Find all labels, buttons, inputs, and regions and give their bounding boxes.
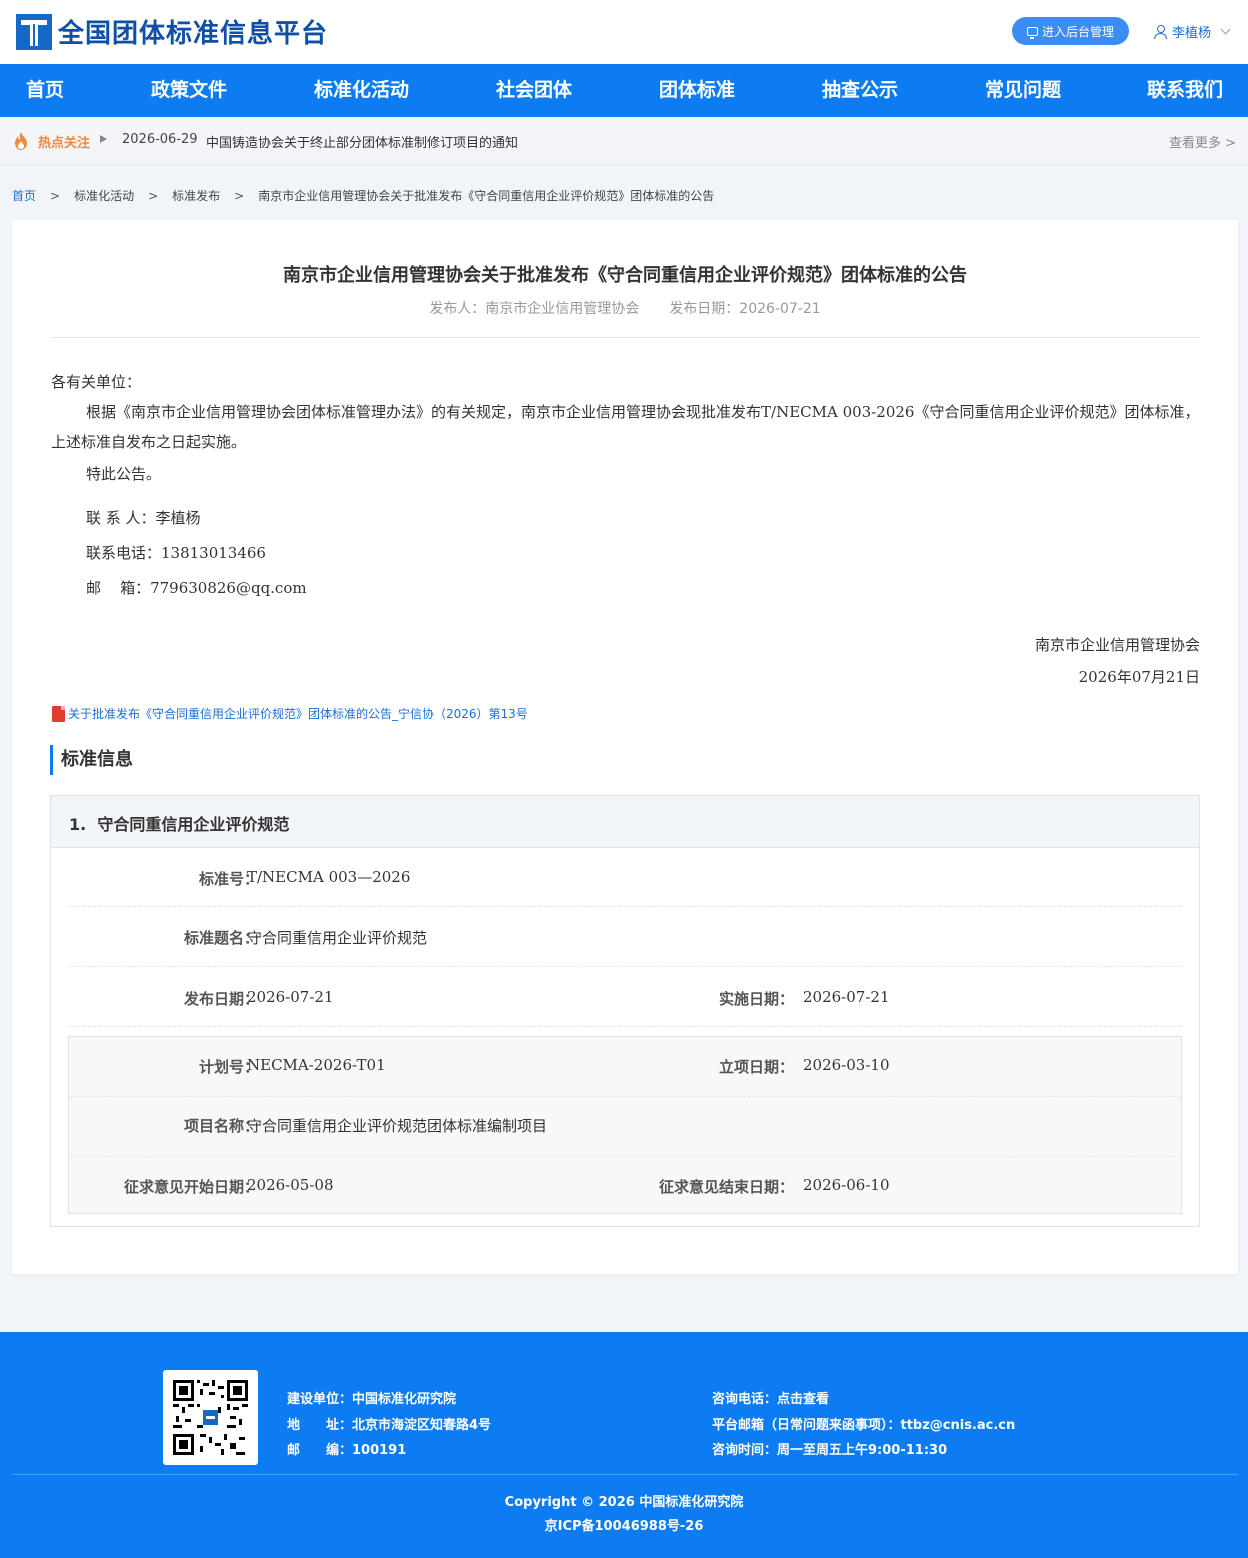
article-publish-date: 发布日期：2026-07-21 (669, 301, 821, 317)
breadcrumb-release[interactable]: 标准发布 (172, 189, 220, 203)
play-arrow-icon (100, 135, 107, 143)
signature-org: 南京市企业信用管理协会 (1034, 636, 1200, 654)
nav-item-inspection[interactable]: 抽查公示 (822, 64, 898, 117)
qr-code (163, 1370, 258, 1465)
notice-text: 特此公告。 (86, 465, 162, 483)
admin-console-button[interactable]: 进入后台管理 (1012, 17, 1129, 45)
contact-email: 邮 箱：779630826@qq.com (86, 579, 307, 597)
plan-no-value: NECMA-2026-T01 (247, 1056, 386, 1074)
divider (50, 337, 1200, 338)
project-plan-panel: 计划号： NECMA-2026-T01 立项日期： 2026-03-10 项目名… (68, 1036, 1182, 1214)
comment-end-value: 2026-06-10 (803, 1176, 890, 1194)
nav-item-organizations[interactable]: 社会团体 (496, 64, 572, 117)
footer-info-left: 建设单位：中国标准化研究院 地 址：北京市海淀区知春路4号 邮 编：100191 (287, 1387, 491, 1464)
approve-date-label: 立项日期： (718, 1058, 794, 1076)
footer-phone[interactable]: 咨询电话：点击查看 (712, 1387, 1015, 1413)
nav-item-policy[interactable]: 政策文件 (151, 64, 227, 117)
article-card: 南京市企业信用管理协会关于批准发布《守合同重信用企业评价规范》团体标准的公告 发… (12, 220, 1238, 1274)
footer-info-right: 咨询电话：点击查看 平台邮箱（日常问题来函事项）：ttbz@cnis.ac.cn… (712, 1387, 1015, 1464)
user-menu[interactable]: 李植杨 (1154, 22, 1231, 41)
impl-date-value: 2026-07-21 (803, 988, 890, 1006)
contact-phone: 联系电话：13813013466 (86, 544, 266, 562)
hot-news-link[interactable]: 中国铸造协会关于终止部分团体标准制修订项目的通知 (206, 132, 518, 151)
nav-item-activities[interactable]: 标准化活动 (314, 64, 409, 117)
main-nav: 首页 政策文件 标准化活动 社会团体 团体标准 抽查公示 常见问题 联系我们 (0, 64, 1248, 117)
hot-news-date: 2026-06-29 (122, 132, 198, 147)
breadcrumb-current: 南京市企业信用管理协会关于批准发布《守合同重信用企业评价规范》团体标准的公告 (258, 189, 715, 203)
row-divider (68, 1026, 1182, 1027)
std-no-value: T/NECMA 003—2026 (247, 868, 411, 886)
attachment-label: 关于批准发布《守合同重信用企业评价规范》团体标准的公告_宁信协（2026）第13… (68, 707, 528, 721)
breadcrumb-separator: > (50, 189, 61, 203)
site-logo[interactable]: 全国团体标准信息平台 (16, 13, 328, 50)
breadcrumb: 首页 > 标准化活动 > 标准发布 > 南京市企业信用管理协会关于批准发布《守合同重信用企业… (12, 187, 714, 204)
icp-text[interactable]: 京ICP备10046988号-26 (0, 1515, 1248, 1539)
standard-item-title: 1. 守合同重信用企业评价规范 (69, 815, 290, 834)
announcement-paragraph: 根据《南京市企业信用管理协会团体标准管理办法》的有关规定，南京市企业信用管理协会… (51, 403, 1200, 451)
admin-console-label: 进入后台管理 (1041, 24, 1114, 39)
site-footer: 建设单位：中国标准化研究院 地 址：北京市海淀区知春路4号 邮 编：100191… (0, 1332, 1248, 1558)
attachment-link[interactable]: 关于批准发布《守合同重信用企业评价规范》团体标准的公告_宁信协（2026）第13… (52, 705, 528, 722)
footer-builder: 建设单位：中国标准化研究院 (287, 1392, 457, 1407)
footer-copyright: Copyright © 2026 中国标准化研究院 京ICP备10046988号… (0, 1491, 1248, 1539)
flame-icon (15, 132, 27, 150)
row-divider (69, 1096, 1181, 1097)
view-more-link[interactable]: 查看更多 > (1169, 132, 1236, 151)
salutation: 各有关单位： (51, 373, 142, 391)
article-title: 南京市企业信用管理协会关于批准发布《守合同重信用企业评价规范》团体标准的公告 (283, 265, 967, 286)
chevron-down-icon (1220, 24, 1231, 35)
footer-email[interactable]: 平台邮箱（日常问题来函事项）：ttbz@cnis.ac.cn (712, 1413, 1015, 1439)
project-name-value: 守合同重信用企业评价规范团体标准编制项目 (247, 1117, 548, 1135)
user-icon (1154, 25, 1167, 39)
footer-hours: 咨询时间：周一至周五上午9:00-11:30 (712, 1443, 948, 1458)
footer-address: 地 址：北京市海淀区知春路4号 (287, 1417, 492, 1433)
pdf-icon (52, 705, 65, 722)
impl-date-label: 实施日期： (718, 990, 794, 1008)
nav-item-home[interactable]: 首页 (26, 64, 64, 117)
std-name-value: 守合同重信用企业评价规范 (247, 929, 428, 947)
footer-postcode: 邮 编：100191 (287, 1443, 407, 1458)
comment-end-label: 征求意见结束日期： (658, 1178, 794, 1196)
hot-topics-label: 热点关注 (38, 136, 91, 151)
logo-t-icon (16, 13, 52, 50)
site-title: 全国团体标准信息平台 (58, 19, 329, 49)
hot-topics-bar: 热点关注 2026-06-29 中国铸造协会关于终止部分团体标准制修订项目的通知… (0, 117, 1248, 165)
row-divider (68, 906, 1182, 907)
copyright-text: Copyright © 2026 中国标准化研究院 (504, 1495, 744, 1510)
comment-start-value: 2026-05-08 (247, 1176, 334, 1194)
row-divider (68, 966, 1182, 967)
user-name: 李植杨 (1172, 26, 1212, 41)
approve-date-value: 2026-03-10 (803, 1056, 890, 1074)
section-title-standard-info: 标准信息 (50, 745, 133, 775)
article-meta: 发布人：南京市企业信用管理协会 发布日期：2026-07-21 (12, 298, 1238, 318)
contact-person: 联 系 人：李植杨 (86, 509, 201, 527)
nav-item-contact[interactable]: 联系我们 (1147, 64, 1223, 117)
comment-start-label: 征求意见开始日期： (123, 1178, 259, 1196)
monitor-icon (1026, 26, 1038, 39)
breadcrumb-activities[interactable]: 标准化活动 (74, 189, 134, 203)
standard-item-header: 1. 守合同重信用企业评价规范 (51, 796, 1199, 848)
pub-date-value: 2026-07-21 (247, 988, 334, 1006)
standard-info-panel: 1. 守合同重信用企业评价规范 标准号： T/NECMA 003—2026 标准… (50, 795, 1200, 1227)
row-divider (69, 1156, 1181, 1157)
breadcrumb-home[interactable]: 首页 (12, 189, 36, 203)
breadcrumb-separator: > (234, 189, 245, 203)
signature-date: 2026年07月21日 (1078, 668, 1200, 686)
top-header: 全国团体标准信息平台 进入后台管理 李植杨 (0, 0, 1248, 64)
nav-item-standards[interactable]: 团体标准 (659, 64, 735, 117)
breadcrumb-separator: > (148, 189, 159, 203)
nav-item-faq[interactable]: 常见问题 (985, 64, 1061, 117)
qr-code-icon (173, 1380, 248, 1455)
footer-divider (12, 1474, 1238, 1475)
article-publisher: 发布人：南京市企业信用管理协会 (429, 301, 640, 317)
